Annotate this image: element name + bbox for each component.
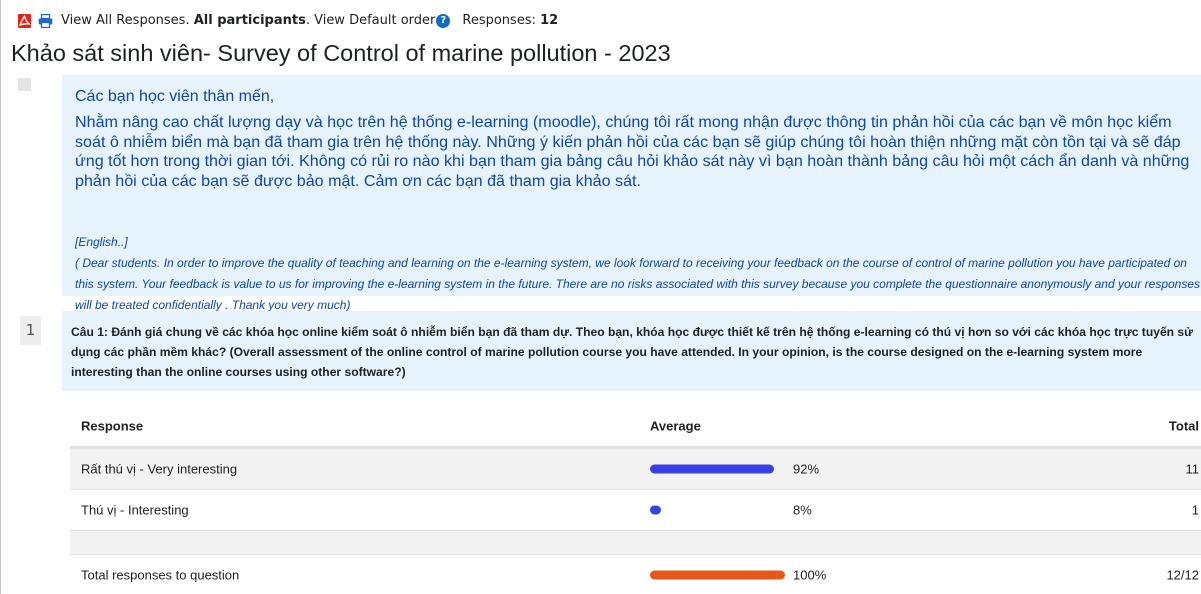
view-all-responses-link[interactable]: View All Responses.	[61, 13, 190, 28]
progress-bar-fill	[650, 505, 661, 515]
row-total: 1	[1191, 502, 1199, 518]
english-tag: [English..]	[75, 235, 128, 249]
summary-average: 100%	[650, 568, 826, 583]
row-average: 8%	[650, 503, 812, 518]
header-response: Response	[81, 418, 144, 433]
row-percent: 8%	[793, 502, 812, 518]
survey-report-page: View All Responses. All participants . V…	[0, 0, 1201, 594]
responses-label: Responses:	[462, 13, 536, 28]
all-participants-label: All participants	[193, 13, 306, 28]
summary-label: Total responses to question	[81, 567, 240, 583]
intro-text-vietnamese: Nhằm nâng cao chất lượng dạy và học trên…	[75, 113, 1190, 190]
results-table: Response Average Total Rất thú vị - Very…	[70, 405, 1201, 594]
responses-count: 12	[540, 13, 559, 28]
row-total: 11	[1185, 461, 1200, 477]
survey-title: Khảo sát sinh viên- Survey of Control of…	[11, 40, 671, 66]
progress-bar	[650, 505, 785, 515]
row-average: 92%	[650, 462, 819, 477]
progress-bar-fill	[650, 570, 785, 580]
help-icon[interactable]: ?	[436, 13, 451, 28]
row-label: Rất thú vị - Very interesting	[81, 461, 238, 477]
header-average: Average	[650, 418, 701, 433]
left-border	[0, 0, 1, 594]
progress-bar	[650, 570, 785, 580]
header-total: Total	[1168, 418, 1199, 433]
intro-marker	[18, 78, 31, 91]
row-label: Thú vị - Interesting	[81, 502, 189, 518]
intro-greeting: Các bạn học viên thân mến,	[75, 88, 275, 105]
table-row: Rất thú vị - Very interesting 92% 11	[70, 448, 1201, 489]
print-icon[interactable]	[38, 13, 53, 28]
spacer-row	[70, 530, 1201, 554]
view-default-order-link[interactable]: View Default order	[314, 13, 435, 28]
progress-bar	[650, 464, 785, 474]
pdf-icon[interactable]	[18, 13, 31, 28]
table-row: Thú vị - Interesting 8% 1	[70, 489, 1201, 530]
summary-row: Total responses to question 100% 12/12	[70, 554, 1201, 594]
row-percent: 92%	[793, 461, 820, 477]
progress-bar-fill	[650, 464, 774, 474]
intro-box: Các bạn học viên thân mến, Nhằm nâng cao…	[62, 75, 1201, 312]
summary-percent: 100%	[793, 567, 827, 583]
question-box: Câu 1: Đánh giá chung về các khóa học on…	[62, 311, 1201, 391]
intro-text-english: ( Dear students. In order to improve the…	[75, 256, 1201, 312]
summary-total: 12/12	[1166, 567, 1199, 583]
question-text: Câu 1: Đánh giá chung về các khóa học on…	[71, 325, 1193, 379]
question-number: 1	[20, 316, 41, 345]
intro-english-block: [English..] ( Dear students. In order to…	[75, 232, 1201, 316]
report-toolbar: View All Responses. All participants . V…	[18, 13, 558, 28]
results-header-row: Response Average Total	[70, 405, 1201, 448]
